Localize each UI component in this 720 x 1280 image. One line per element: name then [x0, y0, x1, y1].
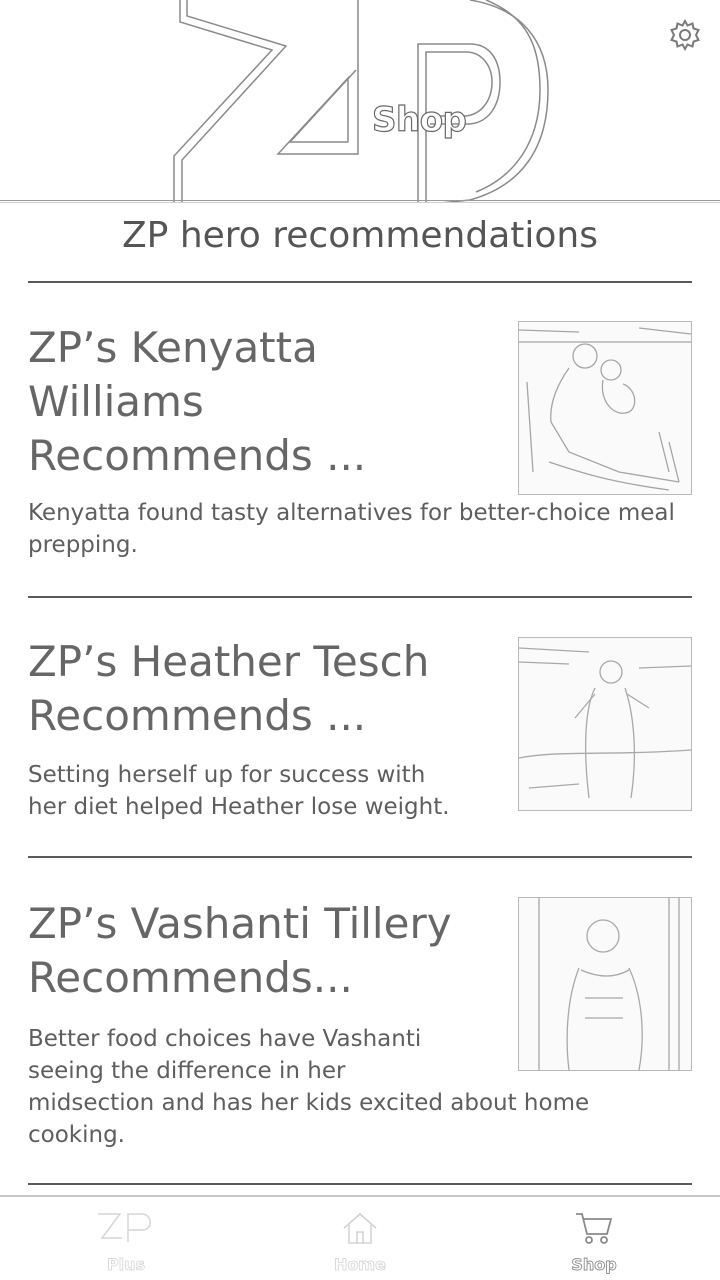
nav-label: Plus	[106, 1255, 146, 1275]
app-root: Shop ZP hero recommendations ZP’s Kenyat…	[0, 0, 720, 1280]
card-desc-line: cooking.	[28, 1122, 125, 1148]
card-title-line: Recommends ...	[28, 431, 367, 480]
card-title-line: ZP’s Vashanti Tillery	[28, 899, 452, 948]
hero-card-kenyatta[interactable]: ZP’s Kenyatta Williams Recommends ... Ke…	[28, 321, 692, 561]
card-description: Setting herself up for success with her …	[28, 759, 450, 823]
header: Shop	[0, 0, 720, 203]
zp-plus-icon	[66, 1203, 186, 1253]
nav-shop[interactable]: Shop	[534, 1203, 654, 1277]
card-image	[518, 637, 692, 811]
card-desc-line: Kenyatta found tasty alternatives for be…	[28, 500, 675, 526]
zp-logo	[173, 0, 549, 203]
card-desc-line: Better food choices have Vashanti	[28, 1026, 422, 1052]
divider	[28, 856, 692, 858]
nav-plus[interactable]: Plus	[66, 1203, 186, 1277]
shop-logo-text: Shop	[371, 99, 467, 140]
nav-home[interactable]: Home	[300, 1203, 420, 1277]
gear-icon	[670, 18, 700, 52]
card-desc-line: Setting herself up for success with	[28, 762, 426, 788]
card-title-line: Recommends ...	[28, 691, 367, 740]
cart-icon	[534, 1203, 654, 1253]
card-desc-line: prepping.	[28, 532, 138, 558]
hero-card-vashanti[interactable]: ZP’s Vashanti Tillery Recommends... Bett…	[28, 897, 692, 1157]
card-title-line: Williams	[28, 377, 204, 426]
card-desc-line: her diet helped Heather lose weight.	[28, 794, 450, 820]
card-image	[518, 321, 692, 495]
card-title: ZP’s Heather Tesch Recommends ...	[28, 635, 498, 743]
bottom-navigation: Plus Home Shop	[0, 1195, 720, 1280]
hero-card-heather[interactable]: ZP’s Heather Tesch Recommends ... Settin…	[28, 635, 692, 825]
nav-label: Home	[334, 1255, 387, 1275]
home-icon	[300, 1203, 420, 1253]
nav-label: Shop	[571, 1255, 617, 1275]
settings-button[interactable]	[664, 14, 706, 56]
divider	[28, 596, 692, 598]
card-description: Better food choices have Vashanti seeing…	[28, 1023, 589, 1151]
card-desc-line: seeing the difference in her	[28, 1058, 346, 1084]
card-title: ZP’s Kenyatta Williams Recommends ...	[28, 321, 498, 483]
divider	[28, 281, 692, 283]
woman-outdoors-photo	[519, 647, 691, 799]
card-title-line: ZP’s Heather Tesch	[28, 637, 430, 686]
section-title: ZP hero recommendations	[122, 215, 598, 256]
card-title-line: ZP’s Kenyatta	[28, 323, 318, 372]
woman-with-child-photo	[519, 327, 691, 491]
content-scroll[interactable]: ZP hero recommendations ZP’s Kenyatta Wi…	[0, 203, 720, 1195]
divider	[28, 1183, 692, 1185]
card-title-line: Recommends...	[28, 953, 353, 1002]
card-title: ZP’s Vashanti Tillery Recommends...	[28, 897, 498, 1005]
card-description: Kenyatta found tasty alternatives for be…	[28, 497, 675, 561]
card-desc-line: midsection and has her kids excited abou…	[28, 1090, 590, 1116]
